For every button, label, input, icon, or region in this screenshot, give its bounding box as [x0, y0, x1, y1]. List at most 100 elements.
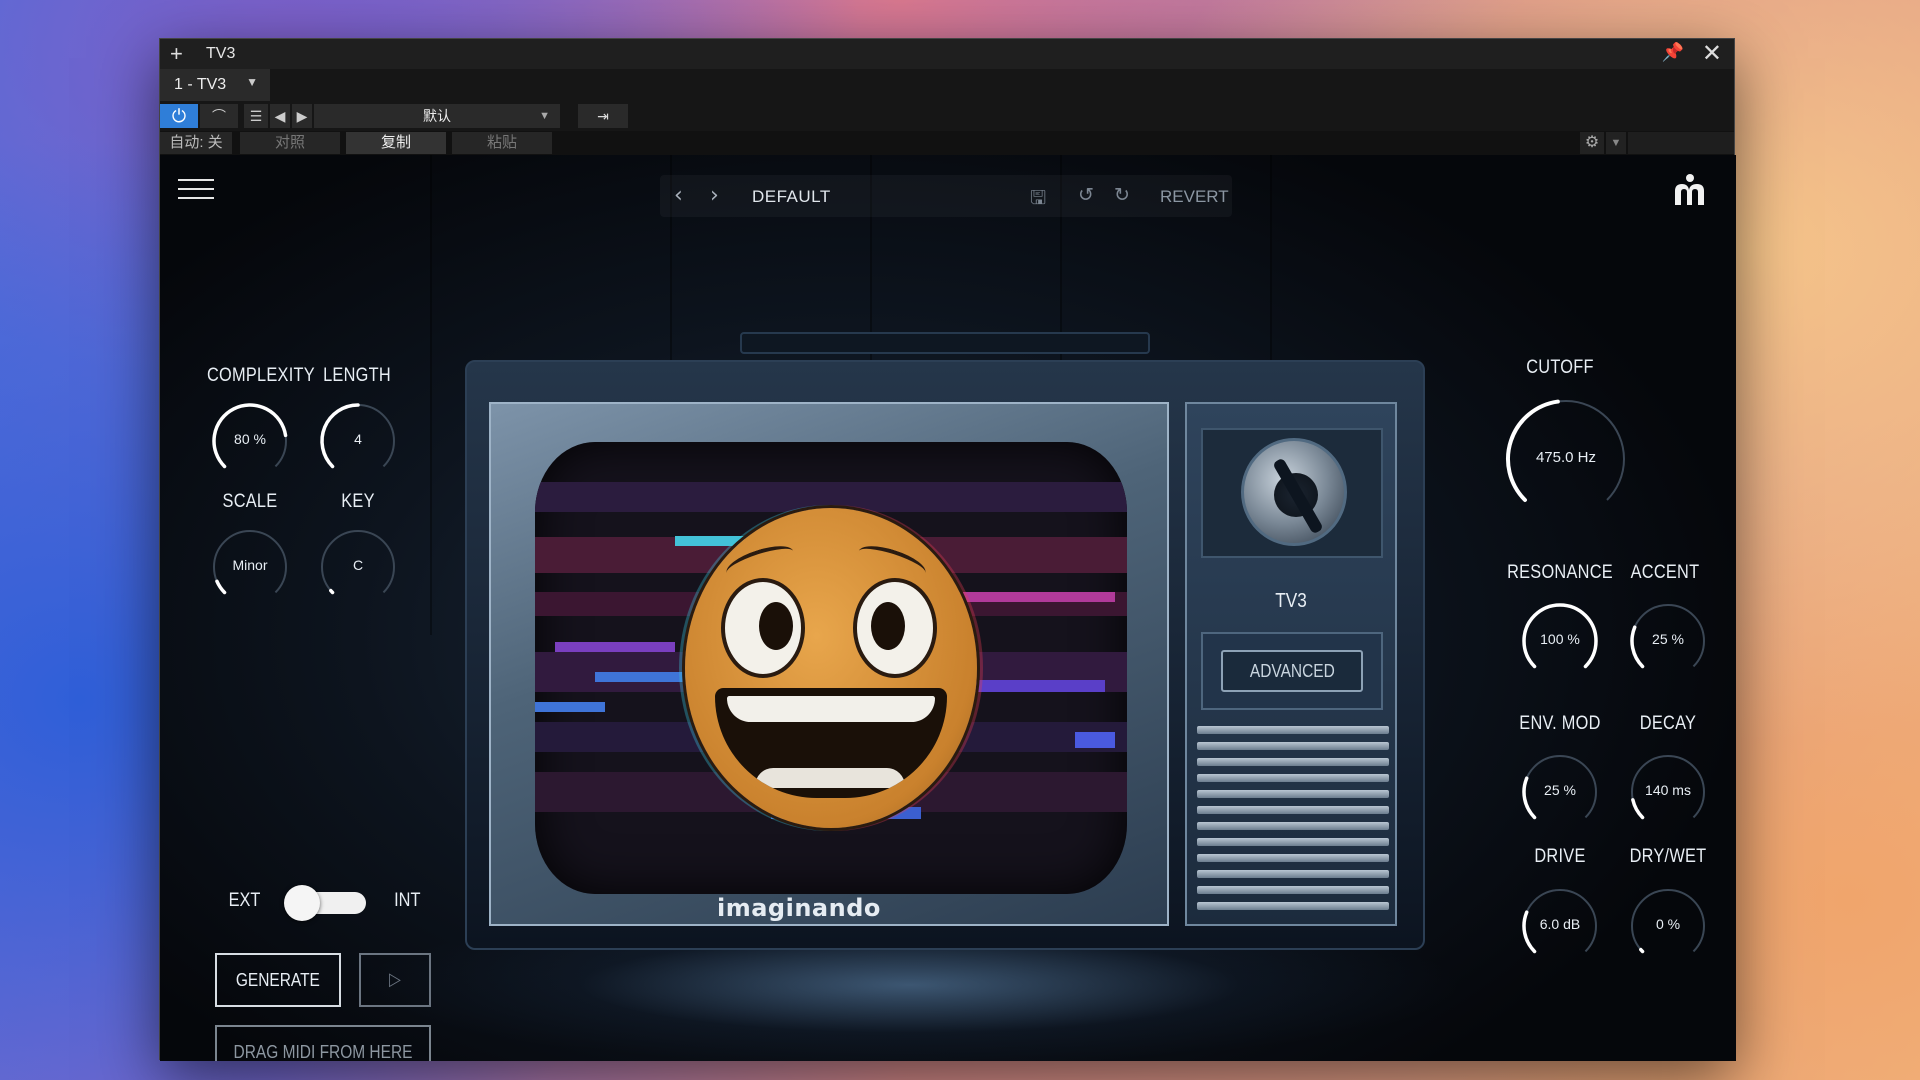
- play-button[interactable]: ▷: [359, 953, 431, 1007]
- channel-dial-box: [1201, 428, 1383, 558]
- speaker-slat: [1197, 742, 1389, 750]
- host-options-field[interactable]: [1628, 132, 1734, 154]
- close-icon[interactable]: ✕: [1702, 39, 1722, 68]
- env-mod-value: 25 %: [1544, 782, 1576, 798]
- hamburger-menu-icon[interactable]: [178, 179, 214, 201]
- scale-value: Minor: [232, 557, 268, 573]
- resonance-knob[interactable]: 100 %: [1520, 601, 1600, 681]
- window-title: TV3: [206, 45, 236, 62]
- right-pupil: [871, 602, 905, 650]
- compare-button[interactable]: 对照: [240, 132, 340, 154]
- knob-value-arc: [1631, 798, 1645, 820]
- scale-knob[interactable]: Minor: [210, 527, 290, 607]
- advanced-button[interactable]: ADVANCED: [1221, 650, 1363, 692]
- right-eye: [853, 578, 937, 678]
- paste-button[interactable]: 粘贴: [452, 132, 552, 154]
- generate-button[interactable]: GENERATE: [215, 953, 341, 1007]
- drive-value: 6.0 dB: [1539, 916, 1581, 932]
- decay-knob[interactable]: 140 ms: [1628, 752, 1708, 832]
- glitch-bar: [555, 642, 675, 652]
- preset-file-button[interactable]: ☰: [244, 104, 268, 128]
- drag-midi-label: DRAG MIDI FROM HERE: [233, 1042, 413, 1061]
- prev-preset-button[interactable]: ◀: [270, 104, 290, 128]
- host-subtoolbar: 自动: 关 对照 复制 粘贴 ⚙ ▼: [160, 131, 1734, 155]
- plugin-ui: ‹ › DEFAULT 🖫 ↺ ↻ REVERT COMPLEXITY 80 %…: [160, 155, 1736, 1061]
- speaker-slat: [1197, 774, 1389, 782]
- left-eye: [721, 578, 805, 678]
- complexity-knob[interactable]: 80 %: [210, 401, 290, 481]
- next-preset-button[interactable]: ▶: [292, 104, 312, 128]
- cutoff-label: CUTOFF: [1526, 357, 1594, 378]
- ext-label: EXT: [228, 890, 261, 911]
- revert-button[interactable]: REVERT: [1160, 187, 1229, 207]
- power-button[interactable]: ⏻: [160, 104, 198, 128]
- ext-int-toggle[interactable]: [284, 885, 368, 921]
- plugin-preset-bar: ‹ › DEFAULT 🖫 ↺ ↻ REVERT: [660, 175, 1232, 217]
- redo-icon[interactable]: ↻: [1114, 184, 1130, 206]
- prev-preset-icon[interactable]: ‹: [674, 183, 683, 208]
- headphone-icon: ⌒: [212, 108, 226, 124]
- chevron-down-icon: ▼: [539, 110, 550, 122]
- instance-row: 1 - TV3 ▼: [160, 69, 1734, 101]
- power-icon: ⏻: [171, 106, 187, 126]
- decay-value: 140 ms: [1645, 782, 1691, 798]
- chevron-down-icon[interactable]: ▼: [1606, 132, 1626, 154]
- cutoff-knob[interactable]: 475.0 Hz: [1504, 397, 1628, 521]
- automation-button[interactable]: 自动: 关: [160, 132, 232, 154]
- cutoff-value: 475.0 Hz: [1535, 449, 1597, 466]
- toggle-thumb[interactable]: [284, 885, 320, 921]
- glitch-bar: [675, 536, 745, 546]
- instance-name: 1 - TV3: [174, 76, 227, 93]
- accent-knob[interactable]: 25 %: [1628, 601, 1708, 681]
- generate-label: GENERATE: [235, 970, 321, 990]
- plugin-window: + TV3 📌 ✕ 1 - TV3 ▼ ⏻ ⌒ ☰ ◀ ▶ 默认 ▼ ⇥ 自动:…: [159, 38, 1736, 1061]
- host-preset-selector[interactable]: 默认 ▼: [314, 104, 560, 128]
- speaker-grille: [1197, 722, 1389, 916]
- gear-icon[interactable]: ⚙: [1580, 132, 1604, 154]
- smiley-face: [685, 508, 977, 828]
- tv-bezel: [489, 402, 1169, 926]
- send-to-icon: ⇥: [597, 108, 609, 124]
- drive-knob[interactable]: 6.0 dB: [1520, 886, 1600, 966]
- complexity-label: COMPLEXITY: [207, 365, 315, 386]
- bypass-button[interactable]: ⌒: [200, 104, 238, 128]
- instance-selector[interactable]: 1 - TV3 ▼: [160, 69, 270, 101]
- length-label: LENGTH: [323, 365, 391, 386]
- copy-button[interactable]: 复制: [346, 132, 446, 154]
- left-pupil: [759, 602, 793, 650]
- drive-label: DRIVE: [1534, 846, 1586, 867]
- smiley-mouth: [715, 688, 947, 798]
- decay-label: DECAY: [1639, 713, 1697, 734]
- save-icon[interactable]: 🖫: [1030, 184, 1046, 216]
- brand-logo-text: imaginando: [717, 894, 881, 922]
- preset-name[interactable]: DEFAULT: [752, 187, 831, 207]
- tv-illustration: imaginando TV3 ADVANCED: [465, 332, 1425, 965]
- glitch-bar: [955, 592, 1115, 602]
- resonance-value: 100 %: [1540, 631, 1580, 647]
- env-mod-label: ENV. MOD: [1519, 713, 1601, 734]
- dry-wet-value: 0 %: [1655, 916, 1681, 932]
- pin-icon[interactable]: 📌: [1662, 42, 1684, 63]
- chevron-down-icon: ▼: [246, 75, 258, 89]
- tv-model-name: TV3: [1275, 590, 1307, 612]
- glitch-bar: [1075, 732, 1115, 748]
- dry-wet-knob[interactable]: 0 %: [1628, 886, 1708, 966]
- speaker-slat: [1197, 758, 1389, 766]
- key-knob[interactable]: C: [318, 527, 398, 607]
- length-knob[interactable]: 4: [318, 401, 398, 481]
- knob-value-arc: [329, 588, 335, 595]
- drag-midi-button[interactable]: DRAG MIDI FROM HERE: [215, 1025, 431, 1061]
- add-icon[interactable]: +: [170, 41, 183, 67]
- env-mod-knob[interactable]: 25 %: [1520, 752, 1600, 832]
- right-arrow-icon: ▶: [296, 108, 308, 124]
- next-preset-icon[interactable]: ›: [710, 183, 719, 208]
- channel-dial: [1241, 438, 1347, 546]
- send-button[interactable]: ⇥: [578, 104, 628, 128]
- host-toolbar: ⏻ ⌒ ☰ ◀ ▶ 默认 ▼ ⇥: [160, 101, 1734, 131]
- resonance-label: RESONANCE: [1507, 562, 1613, 583]
- undo-icon[interactable]: ↺: [1078, 184, 1094, 206]
- advanced-frame: ADVANCED: [1201, 632, 1383, 710]
- speaker-slat: [1197, 822, 1389, 830]
- speaker-slat: [1197, 854, 1389, 862]
- glitch-bar: [535, 702, 605, 712]
